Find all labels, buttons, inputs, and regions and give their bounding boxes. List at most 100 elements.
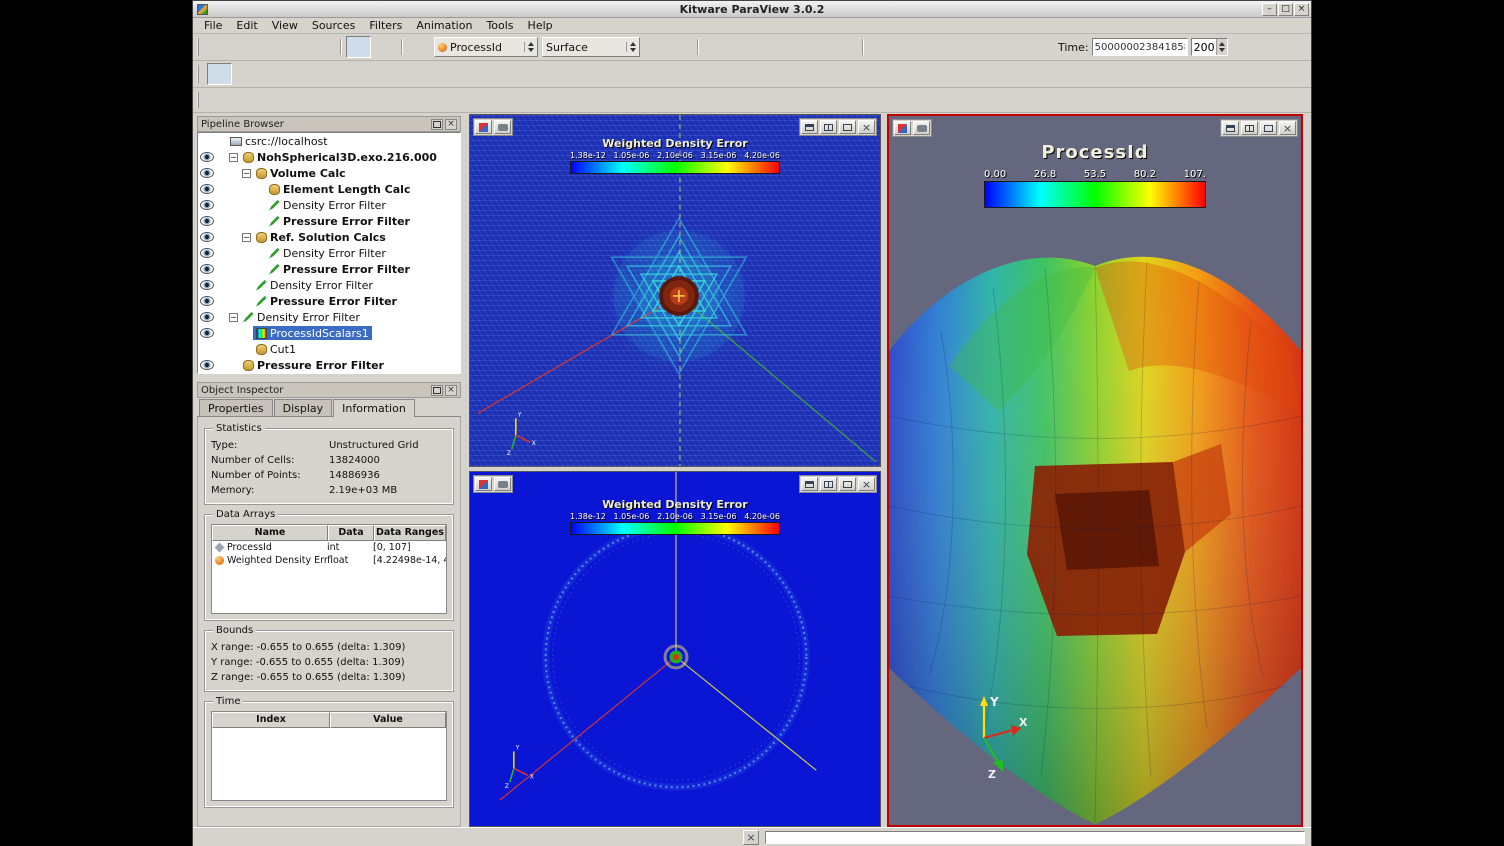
apply-all-button[interactable]	[233, 63, 258, 85]
title-bar[interactable]: Kitware ParaView 3.0.2	[193, 1, 1311, 18]
minimize-button[interactable]	[1262, 3, 1277, 16]
column-header[interactable]: Value	[330, 712, 446, 728]
view-minus-z-button[interactable]	[1023, 36, 1048, 58]
pipeline-item[interactable]: Density Error Filter	[198, 309, 460, 325]
extract-subset-button[interactable]	[389, 89, 414, 111]
pipeline-item[interactable]: Density Error Filter	[198, 197, 460, 213]
render-view-bottom[interactable]: Y X Z Weighted Density Error 1.38e-121.0…	[469, 471, 881, 827]
stream-tracer-button[interactable]	[363, 89, 388, 111]
variable-combo[interactable]: ProcessId	[434, 37, 538, 57]
menu-item[interactable]: Help	[521, 18, 560, 33]
glyph-button[interactable]	[233, 89, 258, 111]
next-frame-button[interactable]	[781, 36, 806, 58]
pipeline-item[interactable]: Pressure Error Filter	[198, 357, 460, 373]
expander-icon[interactable]	[229, 153, 238, 162]
warp-button[interactable]	[415, 89, 440, 111]
tab-properties[interactable]: Properties	[199, 399, 273, 416]
menu-item[interactable]: Sources	[305, 18, 363, 33]
column-header[interactable]: Name	[212, 525, 328, 541]
frame-input[interactable]	[1192, 41, 1216, 54]
toolbar-handle[interactable]	[197, 65, 202, 83]
split-view-button[interactable]	[820, 477, 837, 491]
loop-button[interactable]	[833, 36, 858, 58]
select-cells-button[interactable]	[346, 36, 371, 58]
eye-icon[interactable]	[200, 216, 214, 226]
maximize-view-button[interactable]	[1260, 121, 1277, 135]
disconnect-server-button[interactable]	[285, 36, 310, 58]
menu-item[interactable]: Edit	[229, 18, 264, 33]
color-legend[interactable]: ProcessId 0.0026.853.580.2107.	[984, 142, 1206, 208]
float-panel-button[interactable]	[431, 385, 443, 396]
eye-icon[interactable]	[200, 248, 214, 258]
undock-view-button[interactable]	[801, 477, 818, 491]
view-options-button[interactable]	[894, 121, 911, 135]
maximize-view-button[interactable]	[839, 120, 856, 134]
pipeline-item[interactable]: NohSpherical3D.exo.216.000	[198, 149, 460, 165]
contour-button[interactable]	[337, 89, 362, 111]
frame-spinner[interactable]	[1191, 38, 1228, 56]
previous-frame-button[interactable]	[729, 36, 754, 58]
pipeline-item[interactable]: Density Error Filter	[198, 245, 460, 261]
camera-link-button[interactable]	[494, 120, 511, 134]
view-options-button[interactable]	[475, 120, 492, 134]
undock-view-button[interactable]	[801, 120, 818, 134]
eye-icon[interactable]	[200, 312, 214, 322]
auto-apply-button[interactable]	[207, 63, 232, 85]
panel-splitter[interactable]	[197, 374, 461, 382]
time-input[interactable]	[1092, 38, 1188, 56]
probe-button[interactable]	[508, 89, 533, 111]
pipeline-item[interactable]: Pressure Error Filter	[198, 261, 460, 277]
Weighted Density Error[interactable]: Weighted Density Error float [4.22498e-1…	[212, 554, 446, 567]
menu-item[interactable]: Animation	[409, 18, 479, 33]
eye-icon[interactable]	[200, 360, 214, 370]
eye-icon[interactable]	[200, 184, 214, 194]
pipeline-item[interactable]: Pressure Error Filter	[198, 213, 460, 229]
pipeline-item[interactable]: ProcessIdScalars1	[198, 325, 460, 341]
group-datasets-button[interactable]	[441, 89, 466, 111]
eye-icon[interactable]	[200, 280, 214, 290]
pipeline-item[interactable]: Ref. Solution Calcs	[198, 229, 460, 245]
column-header[interactable]: Data Type	[328, 525, 374, 541]
column-header[interactable]: Index	[212, 712, 330, 728]
edit-color-map-button[interactable]	[407, 36, 432, 58]
toolbar-handle[interactable]	[197, 38, 202, 56]
clip-button[interactable]	[259, 89, 284, 111]
view-plus-y-button[interactable]	[945, 36, 970, 58]
eye-icon[interactable]	[200, 232, 214, 242]
tab-display[interactable]: Display	[274, 399, 333, 416]
view-plus-z-button[interactable]	[997, 36, 1022, 58]
last-frame-button[interactable]	[807, 36, 832, 58]
view-minus-x-button[interactable]	[919, 36, 944, 58]
close-view-button[interactable]	[1279, 121, 1296, 135]
split-view-button[interactable]	[820, 120, 837, 134]
maximize-view-button[interactable]	[839, 477, 856, 491]
first-frame-button[interactable]	[703, 36, 728, 58]
extract-level-button[interactable]	[467, 89, 492, 111]
histogram-button[interactable]	[534, 89, 559, 111]
pipeline-browser-header[interactable]: Pipeline Browser	[197, 116, 461, 132]
menu-item[interactable]: File	[197, 18, 229, 33]
expander-icon[interactable]	[229, 313, 238, 322]
reset-camera-button[interactable]	[867, 36, 892, 58]
tab-information[interactable]: Information	[333, 399, 415, 417]
pipeline-item[interactable]: csrc://localhost	[198, 133, 460, 149]
select-points-button[interactable]	[372, 36, 397, 58]
camera-link-button[interactable]	[494, 477, 511, 491]
view-plus-x-button[interactable]	[893, 36, 918, 58]
float-panel-button[interactable]	[431, 119, 443, 130]
eye-icon[interactable]	[200, 200, 214, 210]
cancel-progress-button[interactable]	[743, 830, 759, 845]
close-button[interactable]	[1294, 3, 1309, 16]
view-options-button[interactable]	[475, 477, 492, 491]
pipeline-item[interactable]: Volume Calc	[198, 165, 460, 181]
threshold-button[interactable]	[311, 89, 336, 111]
pipeline-item[interactable]: Element Length Calc	[198, 181, 460, 197]
split-view-button[interactable]	[1241, 121, 1258, 135]
open-file-button[interactable]	[207, 36, 232, 58]
toolbar-handle[interactable]	[197, 92, 202, 108]
menu-item[interactable]: Filters	[362, 18, 409, 33]
eye-icon[interactable]	[200, 168, 214, 178]
help-button[interactable]	[311, 36, 336, 58]
color-legend[interactable]: Weighted Density Error 1.38e-121.05e-062…	[570, 498, 780, 535]
column-header[interactable]: Data Ranges	[374, 525, 446, 541]
